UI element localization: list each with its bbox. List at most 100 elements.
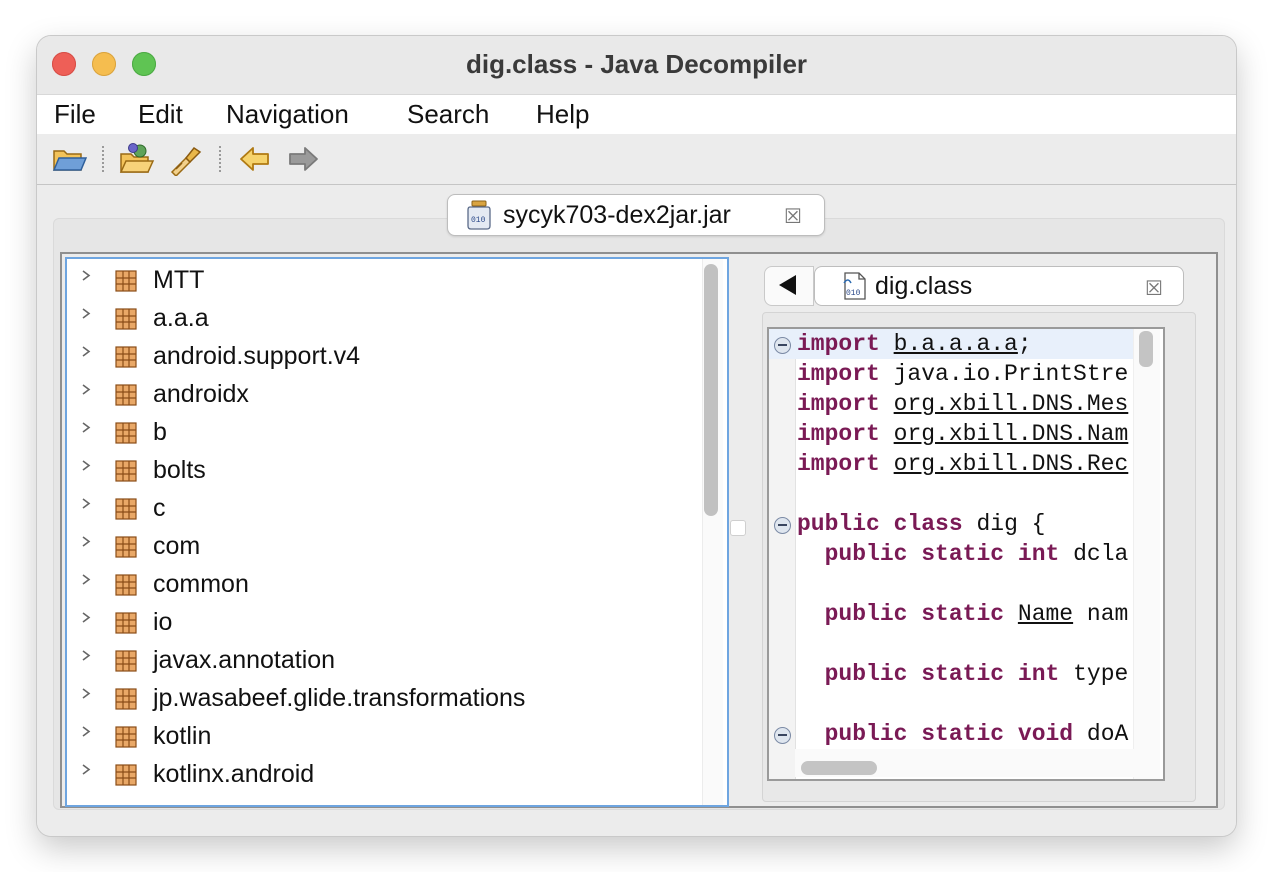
split-divider-handle[interactable] bbox=[730, 520, 746, 536]
tab-scroll-back-button[interactable] bbox=[764, 266, 814, 306]
svg-text:010: 010 bbox=[846, 289, 861, 298]
app-window: dig.class - Java Decompiler File Edit Na… bbox=[37, 36, 1236, 836]
code-scrollbar-thumb[interactable] bbox=[1139, 331, 1153, 367]
tree-item[interactable]: kotlinx.android bbox=[67, 756, 697, 794]
code-type-link[interactable]: org.xbill.DNS.Nam bbox=[894, 421, 1129, 447]
code-type-link[interactable]: b.a.a.a.a bbox=[894, 331, 1018, 357]
code-keyword: public bbox=[824, 601, 908, 627]
fold-toggle-icon[interactable] bbox=[774, 517, 791, 534]
back-arrow-icon[interactable] bbox=[237, 142, 273, 176]
code-keyword: import bbox=[797, 421, 880, 447]
tree-item[interactable]: MTT bbox=[67, 262, 697, 300]
menu-search[interactable]: Search bbox=[407, 99, 489, 130]
toolbar-separator bbox=[219, 146, 221, 172]
code-line: public static int dcla bbox=[797, 541, 1129, 571]
chevron-right-icon[interactable] bbox=[81, 346, 92, 357]
fold-toggle-icon[interactable] bbox=[774, 727, 791, 744]
tree-item[interactable]: a.a.a bbox=[67, 300, 697, 338]
tree-item-label: kotlinx.android bbox=[153, 760, 315, 788]
package-icon bbox=[115, 650, 137, 672]
open-type-icon[interactable] bbox=[119, 142, 155, 176]
code-keyword: static bbox=[921, 661, 1005, 687]
package-icon bbox=[115, 612, 137, 634]
open-file-icon[interactable] bbox=[51, 142, 88, 176]
close-tab-icon[interactable]: ☒ bbox=[784, 204, 802, 229]
tree-item[interactable]: jp.wasabeef.glide.transformations bbox=[67, 680, 697, 718]
tree-item[interactable]: android.support.v4 bbox=[67, 338, 697, 376]
chevron-right-icon[interactable] bbox=[81, 650, 92, 661]
title-bar: dig.class - Java Decompiler bbox=[37, 36, 1236, 94]
package-icon bbox=[115, 384, 137, 406]
tree-scrollbar-thumb[interactable] bbox=[704, 264, 718, 516]
class-view: 010 dig.class ☒ import b.a.a.a.a; import… bbox=[762, 262, 1200, 802]
chevron-right-icon[interactable] bbox=[81, 308, 92, 319]
forward-arrow-icon[interactable] bbox=[285, 142, 321, 176]
tree-item[interactable]: kotlin bbox=[67, 718, 697, 756]
tree-item-label: jp.wasabeef.glide.transformations bbox=[153, 684, 526, 712]
tab-dig-class[interactable]: 010 dig.class ☒ bbox=[814, 266, 1184, 306]
tree-item-label: androidx bbox=[153, 380, 249, 408]
code-keyword: public bbox=[824, 661, 908, 687]
tree-item-label: b bbox=[153, 418, 167, 446]
tree-item-label: javax.annotation bbox=[153, 646, 336, 674]
code-line: import org.xbill.DNS.Nam bbox=[797, 421, 1128, 451]
chevron-right-icon[interactable] bbox=[81, 460, 92, 471]
chevron-right-icon[interactable] bbox=[81, 574, 92, 585]
tree-item[interactable]: common bbox=[67, 566, 697, 604]
tree-item[interactable]: c bbox=[67, 490, 697, 528]
svg-text:010: 010 bbox=[471, 216, 486, 225]
chevron-right-icon[interactable] bbox=[81, 726, 92, 737]
jar-tab-label: sycyk703-dex2jar.jar bbox=[503, 201, 731, 229]
menu-bar: File Edit Navigation Search Help bbox=[37, 94, 1236, 135]
package-tree[interactable]: MTT a.a.a android.support.v4 androidx b bolts… bbox=[65, 257, 729, 807]
code-type-link[interactable]: org.xbill.DNS.Mes bbox=[894, 391, 1129, 417]
package-icon bbox=[115, 346, 137, 368]
chevron-right-icon[interactable] bbox=[81, 688, 92, 699]
fold-toggle-icon[interactable] bbox=[774, 337, 791, 354]
menu-file[interactable]: File bbox=[54, 99, 96, 130]
class-file-icon: 010 bbox=[841, 271, 869, 306]
tree-item-label: kotlin bbox=[153, 722, 212, 750]
chevron-right-icon[interactable] bbox=[81, 270, 92, 281]
code-type-link[interactable]: Name bbox=[1018, 601, 1073, 627]
code-keyword: public bbox=[824, 721, 908, 747]
tree-item[interactable]: bolts bbox=[67, 452, 697, 490]
close-tab-icon[interactable]: ☒ bbox=[1145, 276, 1163, 301]
tree-item[interactable]: com bbox=[67, 528, 697, 566]
search-icon[interactable] bbox=[168, 142, 204, 178]
code-editor[interactable]: import b.a.a.a.a; import java.io.PrintStr… bbox=[767, 327, 1165, 781]
tree-item[interactable]: androidx bbox=[67, 376, 697, 414]
chevron-right-icon[interactable] bbox=[81, 536, 92, 547]
package-icon bbox=[115, 460, 137, 482]
code-keyword: public bbox=[797, 511, 880, 537]
chevron-right-icon[interactable] bbox=[81, 422, 92, 433]
menu-navigation[interactable]: Navigation bbox=[226, 99, 349, 130]
code-panel-frame: import b.a.a.a.a; import java.io.PrintStr… bbox=[762, 312, 1196, 802]
tree-item[interactable]: javax.annotation bbox=[67, 642, 697, 680]
tab-jar-file[interactable]: 010 sycyk703-dex2jar.jar ☒ bbox=[447, 194, 825, 236]
menu-edit[interactable]: Edit bbox=[138, 99, 183, 130]
chevron-right-icon[interactable] bbox=[81, 498, 92, 509]
tree-item[interactable]: b bbox=[67, 414, 697, 452]
code-type-link[interactable]: org.xbill.DNS.Rec bbox=[894, 451, 1129, 477]
menu-help[interactable]: Help bbox=[536, 99, 589, 130]
code-hscrollbar-thumb[interactable] bbox=[801, 761, 877, 775]
chevron-right-icon[interactable] bbox=[81, 384, 92, 395]
code-scrollbar-track[interactable] bbox=[1133, 329, 1160, 779]
tree-item-label: common bbox=[153, 570, 249, 598]
code-text: dcla bbox=[1059, 541, 1129, 567]
tree-item[interactable]: io bbox=[67, 604, 697, 642]
chevron-right-icon[interactable] bbox=[81, 612, 92, 623]
tree-item-label: android.support.v4 bbox=[153, 342, 361, 370]
code-line: public static void doA bbox=[797, 721, 1129, 751]
chevron-right-icon[interactable] bbox=[81, 764, 92, 775]
package-icon bbox=[115, 726, 137, 748]
